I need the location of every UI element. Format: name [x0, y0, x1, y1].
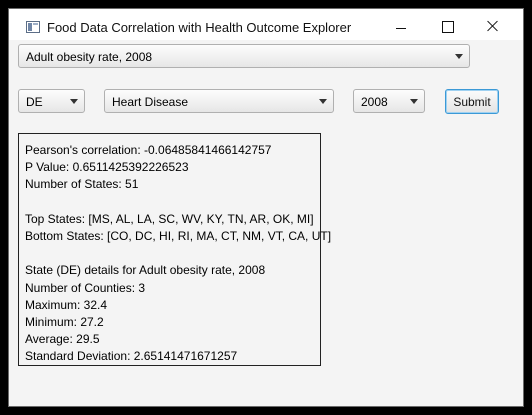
- submit-button[interactable]: Submit: [445, 89, 499, 114]
- chevron-down-icon: [70, 99, 78, 104]
- app-window: Food Data Correlation with Health Outcom…: [8, 8, 524, 407]
- num-states-text: Number of States: 51: [25, 177, 139, 192]
- std-dev-text: Standard Deviation: 2.65141471671257: [25, 349, 238, 364]
- p-value-text: P Value: 0.6511425392226523: [25, 160, 189, 175]
- chevron-down-icon: [455, 54, 463, 59]
- app-window-icon: [26, 21, 40, 33]
- state-details-heading: State (DE) details for Adult obesity rat…: [25, 263, 266, 278]
- outcome-dropdown-value: Heart Disease: [112, 95, 189, 109]
- minimize-icon[interactable]: [378, 9, 424, 40]
- maximum-text: Maximum: 32.4: [25, 297, 108, 312]
- variable-dropdown-value: Adult obesity rate, 2008: [26, 50, 153, 64]
- minimum-text: Minimum: 27.2: [25, 314, 104, 329]
- title-bar[interactable]: Food Data Correlation with Health Outcom…: [9, 9, 523, 40]
- correlation-text: Pearson's correlation: -0.06485841466142…: [25, 143, 272, 157]
- maximize-icon[interactable]: [424, 9, 470, 40]
- bottom-states-text: Bottom States: [CO, DC, HI, RI, MA, CT, …: [25, 228, 332, 243]
- state-dropdown-value: DE: [26, 95, 43, 109]
- num-counties-text: Number of Counties: 3: [25, 280, 146, 295]
- variable-dropdown[interactable]: Adult obesity rate, 2008: [18, 44, 470, 68]
- top-states-text: Top States: [MS, AL, LA, SC, WV, KY, TN,…: [25, 211, 314, 226]
- year-dropdown-value: 2008: [361, 95, 388, 109]
- chevron-down-icon: [410, 99, 418, 104]
- state-dropdown[interactable]: DE: [18, 89, 85, 113]
- results-panel: Pearson's correlation: -0.06485841466142…: [18, 133, 332, 366]
- chevron-down-icon: [319, 99, 327, 104]
- outcome-dropdown[interactable]: Heart Disease: [104, 89, 334, 113]
- year-dropdown[interactable]: 2008: [353, 89, 425, 113]
- average-text: Average: 29.5: [25, 332, 100, 347]
- window-title: Food Data Correlation with Health Outcom…: [47, 20, 352, 35]
- close-icon[interactable]: [470, 9, 516, 40]
